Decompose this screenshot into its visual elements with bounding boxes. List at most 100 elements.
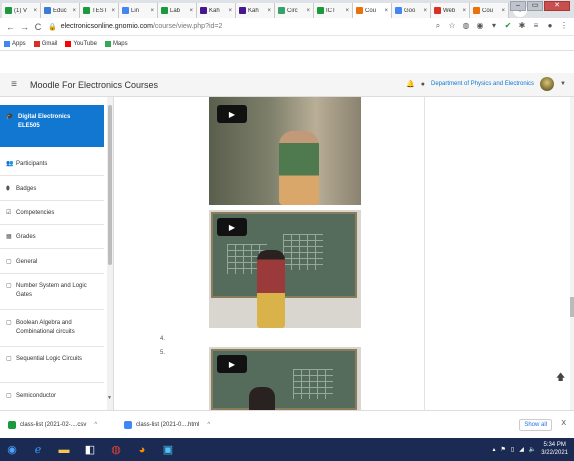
- drawer-scrollbar[interactable]: ▼: [107, 97, 113, 410]
- hamburger-menu-icon[interactable]: ≡: [4, 79, 24, 90]
- extension-icon[interactable]: ▾: [490, 21, 498, 31]
- chrome-icon[interactable]: ◍: [106, 440, 126, 459]
- menu-icon[interactable]: ⋮: [560, 21, 568, 31]
- nav-item[interactable]: ▦ Grades: [0, 227, 104, 249]
- nav-item[interactable]: ▢ General: [0, 252, 104, 274]
- browser-tab[interactable]: Goo ×: [392, 3, 431, 18]
- close-tab-icon[interactable]: ×: [384, 8, 388, 14]
- page-scroll-thumb[interactable]: [570, 297, 574, 317]
- photos-icon[interactable]: ▣: [158, 440, 178, 459]
- url-input[interactable]: 🔒 electronicsonline.gnomio.com/course/vi…: [48, 20, 448, 34]
- browser-tab[interactable]: Kah ×: [197, 3, 236, 18]
- chevron-up-icon[interactable]: ^: [207, 422, 210, 428]
- reading-list-icon[interactable]: ≡: [532, 21, 540, 31]
- course-code: ELE505: [18, 123, 40, 129]
- extension-icon[interactable]: ◍: [462, 21, 470, 31]
- browser-tab[interactable]: Kah ×: [236, 3, 275, 18]
- drawer-scroll-thumb[interactable]: [108, 105, 112, 265]
- download-item[interactable]: class-list (2021-02-....csv ^: [8, 420, 118, 429]
- browser-tab[interactable]: Educ ×: [41, 3, 80, 18]
- minimize-button[interactable]: –: [510, 1, 526, 11]
- extension-icon[interactable]: ◉: [476, 21, 484, 31]
- tab-favicon-icon: [44, 7, 51, 14]
- messages-icon[interactable]: ●: [421, 81, 425, 88]
- close-window-button[interactable]: ✕: [544, 1, 570, 11]
- bookmark-item[interactable]: YouTube: [65, 40, 97, 47]
- close-tab-icon[interactable]: ×: [462, 8, 466, 14]
- graduation-cap-icon: 🎓: [6, 114, 14, 120]
- browser-tab[interactable]: ICT ×: [314, 3, 353, 18]
- nav-item[interactable]: ▢ Semiconductor: [0, 386, 104, 410]
- close-tab-icon[interactable]: ×: [189, 8, 193, 14]
- clock[interactable]: 5:34 PM 3/22/2021: [541, 441, 568, 457]
- notification-bell-icon[interactable]: 🔔: [406, 80, 415, 88]
- bookmark-item[interactable]: Apps: [4, 40, 26, 47]
- site-name[interactable]: Moodle For Electronics Courses: [30, 80, 158, 90]
- zoom-icon[interactable]: ⌕: [434, 21, 442, 31]
- video-thumbnail[interactable]: ▶: [209, 97, 361, 205]
- close-tab-icon[interactable]: ×: [423, 8, 427, 14]
- close-tab-icon[interactable]: ×: [345, 8, 349, 14]
- back-icon[interactable]: ←: [6, 22, 15, 32]
- edge-icon[interactable]: ℯ: [28, 440, 48, 459]
- maximize-button[interactable]: ▭: [527, 1, 543, 11]
- show-all-button[interactable]: Show all: [519, 419, 552, 431]
- nav-item[interactable]: ▢ Sequential Logic Circuits: [0, 349, 104, 383]
- battery-icon[interactable]: ▯: [511, 446, 514, 453]
- play-icon[interactable]: ▶: [217, 105, 247, 123]
- tray-arrow-icon[interactable]: ▴: [492, 446, 495, 453]
- close-tab-icon[interactable]: ×: [150, 8, 154, 14]
- video-thumbnail[interactable]: ▶: [209, 347, 361, 410]
- forward-icon[interactable]: →: [20, 22, 29, 32]
- puzzle-icon[interactable]: ✱: [518, 21, 526, 31]
- url-path: /course/view.php?id=2: [152, 23, 223, 30]
- firefox-icon[interactable]: ◕: [132, 440, 152, 459]
- profile-icon[interactable]: ●: [546, 21, 554, 31]
- close-tab-icon[interactable]: ×: [306, 8, 310, 14]
- chevron-up-icon[interactable]: ^: [94, 422, 97, 428]
- star-icon[interactable]: ☆: [448, 21, 456, 31]
- video-thumbnail[interactable]: ▶: [209, 210, 361, 328]
- close-tab-icon[interactable]: ×: [111, 8, 115, 14]
- reload-icon[interactable]: C: [34, 22, 42, 32]
- play-icon[interactable]: ▶: [217, 355, 247, 373]
- chevron-down-icon[interactable]: ▼: [560, 81, 566, 87]
- page-scrollbar[interactable]: [570, 97, 574, 410]
- nav-item[interactable]: ⬮ Badges: [0, 179, 104, 201]
- browser-tab[interactable]: Cou ×: [353, 3, 392, 18]
- volume-icon[interactable]: 🔈: [529, 446, 536, 453]
- bookmark-item[interactable]: Gmail: [33, 40, 57, 47]
- browser-tab[interactable]: Web ×: [431, 3, 470, 18]
- extension-icon[interactable]: ✔: [504, 21, 512, 31]
- store-icon[interactable]: ◧: [80, 440, 100, 459]
- browser-tab[interactable]: Circ ×: [275, 3, 314, 18]
- close-tab-icon[interactable]: ×: [228, 8, 232, 14]
- start-icon[interactable]: ◉: [2, 440, 22, 459]
- nav-item[interactable]: 👥 Participants: [0, 154, 104, 176]
- download-item[interactable]: class-list (2021-0....html ^: [124, 420, 234, 429]
- user-name[interactable]: Department of Physics and Electronics: [431, 81, 534, 87]
- tab-title: Cou: [482, 7, 494, 14]
- close-icon[interactable]: X: [561, 420, 566, 427]
- browser-tab[interactable]: Lab ×: [158, 3, 197, 18]
- network-icon[interactable]: ◢: [519, 446, 524, 453]
- bookmark-item[interactable]: Maps: [104, 40, 128, 47]
- browser-tab[interactable]: (1) V ×: [2, 3, 41, 18]
- close-tab-icon[interactable]: ×: [72, 8, 76, 14]
- close-tab-icon[interactable]: ×: [267, 8, 271, 14]
- nav-item[interactable]: ▢ Number System and Logic Gates: [0, 276, 104, 310]
- avatar[interactable]: [540, 77, 555, 91]
- scroll-down-icon[interactable]: ▼: [107, 395, 112, 401]
- file-explorer-icon[interactable]: ▬: [54, 440, 74, 459]
- play-icon[interactable]: ▶: [217, 218, 247, 236]
- nav-item[interactable]: ▢ Boolean Algebra and Combinational circu…: [0, 313, 104, 347]
- back-to-top-icon[interactable]: 🡅: [556, 370, 565, 386]
- browser-tab[interactable]: TEST ×: [80, 3, 119, 18]
- nav-course-item[interactable]: 🎓 Digital Electronics ELE505: [0, 105, 104, 147]
- close-tab-icon[interactable]: ×: [33, 8, 37, 14]
- close-tab-icon[interactable]: ×: [501, 8, 505, 14]
- browser-tab[interactable]: Cou ×: [470, 3, 509, 18]
- flag-icon[interactable]: ⚑: [500, 446, 505, 453]
- browser-tab[interactable]: Lin ×: [119, 3, 158, 18]
- nav-item[interactable]: ☑ Competencies: [0, 203, 104, 225]
